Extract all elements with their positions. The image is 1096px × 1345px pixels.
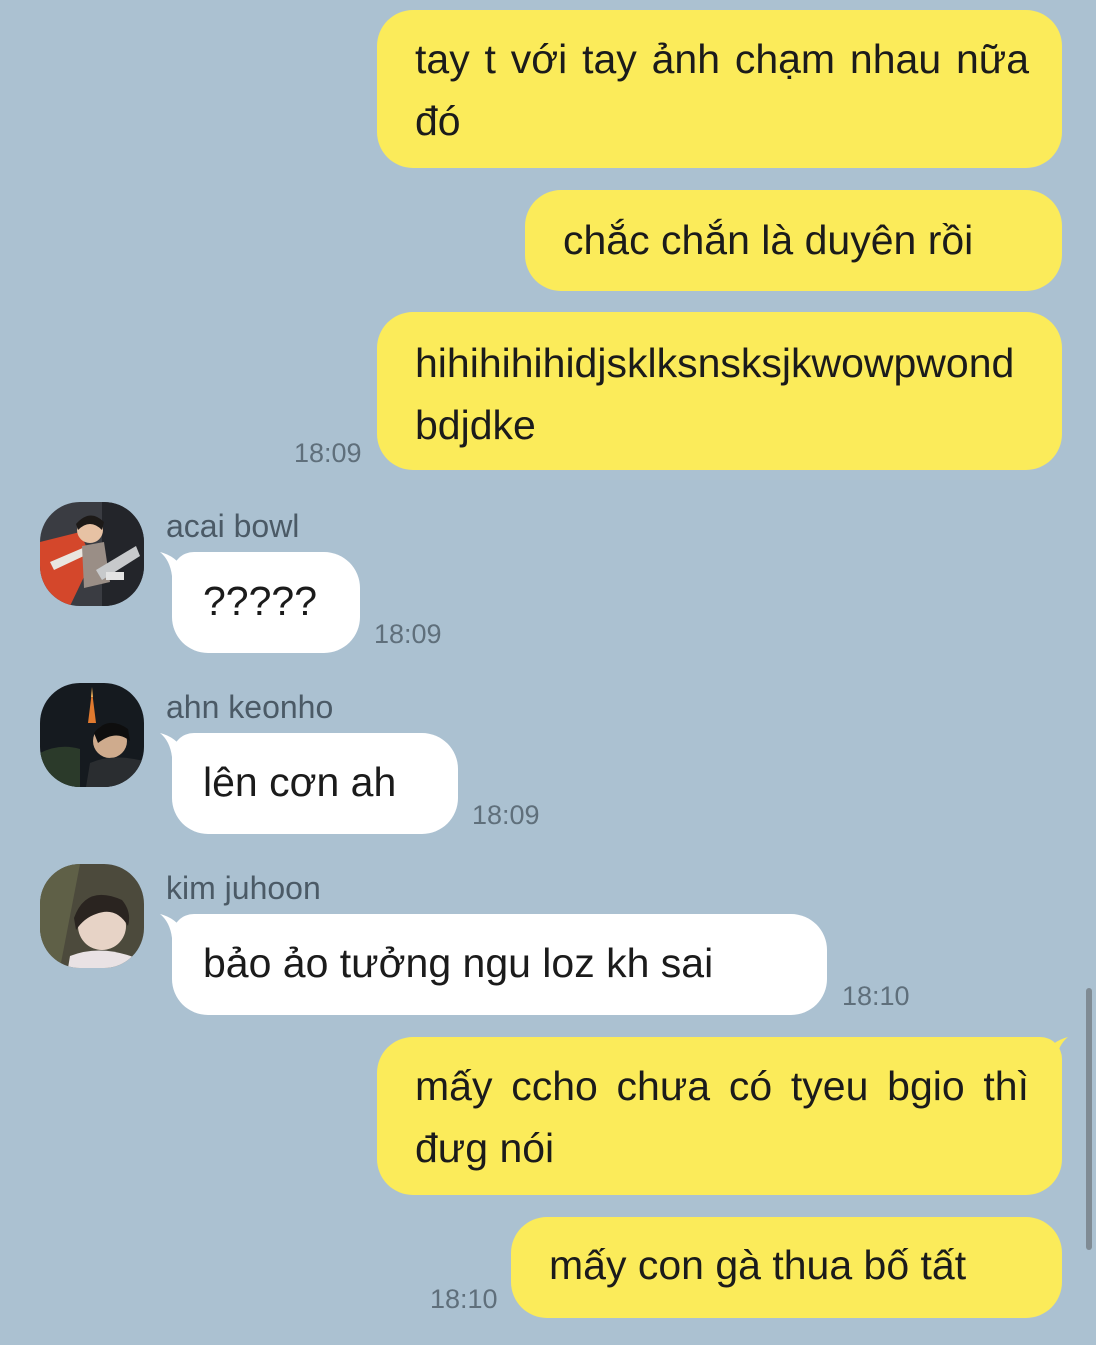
avatar[interactable] [40, 864, 144, 968]
message-text: hihihihihidjsklksnsksjkwowpwondbdjdke [415, 340, 1015, 448]
outgoing-message[interactable]: mấy ccho chưa có tyeu bgio thì đưg nói [377, 1037, 1062, 1195]
message-text: lên cơn ah [203, 759, 397, 805]
message-text: mấy ccho chưa có tyeu bgio thì đưg nói [415, 1063, 1029, 1171]
sender-name: kim juhoon [166, 870, 321, 906]
message-text: bảo ảo tưởng ngu loz kh sai [203, 940, 714, 986]
message-timestamp: 18:09 [374, 619, 442, 649]
sender-name: acai bowl [166, 508, 300, 544]
outgoing-message[interactable]: hihihihihidjsklksnsksjkwowpwondbdjdke [377, 312, 1062, 470]
incoming-message[interactable]: lên cơn ah [172, 733, 458, 834]
outgoing-message[interactable]: chắc chắn là duyên rồi [525, 190, 1062, 291]
outgoing-message[interactable]: mấy con gà thua bố tất [511, 1217, 1062, 1318]
chat-view[interactable]: tay t với tay ảnh chạm nhau nữa đó chắc … [0, 0, 1096, 1345]
message-timestamp: 18:09 [294, 438, 362, 468]
avatar[interactable] [40, 502, 144, 606]
message-text: tay t với tay ảnh chạm nhau nữa đó [415, 36, 1029, 144]
avatar-kim-juhoon-icon [40, 864, 144, 968]
scrollbar[interactable] [1086, 988, 1092, 1250]
sender-name: ahn keonho [166, 689, 334, 725]
message-text: ????? [203, 578, 318, 624]
avatar-ahn-keonho-icon [40, 683, 144, 787]
avatar-acai-bowl-icon [40, 502, 144, 606]
incoming-message[interactable]: ????? [172, 552, 360, 653]
message-timestamp: 18:10 [430, 1284, 498, 1314]
avatar[interactable] [40, 683, 144, 787]
message-text: chắc chắn là duyên rồi [563, 217, 974, 263]
bubble-tail [1044, 1037, 1068, 1061]
message-timestamp: 18:09 [472, 800, 540, 830]
message-text: mấy con gà thua bố tất [549, 1242, 967, 1288]
message-timestamp: 18:10 [842, 981, 910, 1011]
incoming-message[interactable]: bảo ảo tưởng ngu loz kh sai [172, 914, 827, 1015]
outgoing-message[interactable]: tay t với tay ảnh chạm nhau nữa đó [377, 10, 1062, 168]
